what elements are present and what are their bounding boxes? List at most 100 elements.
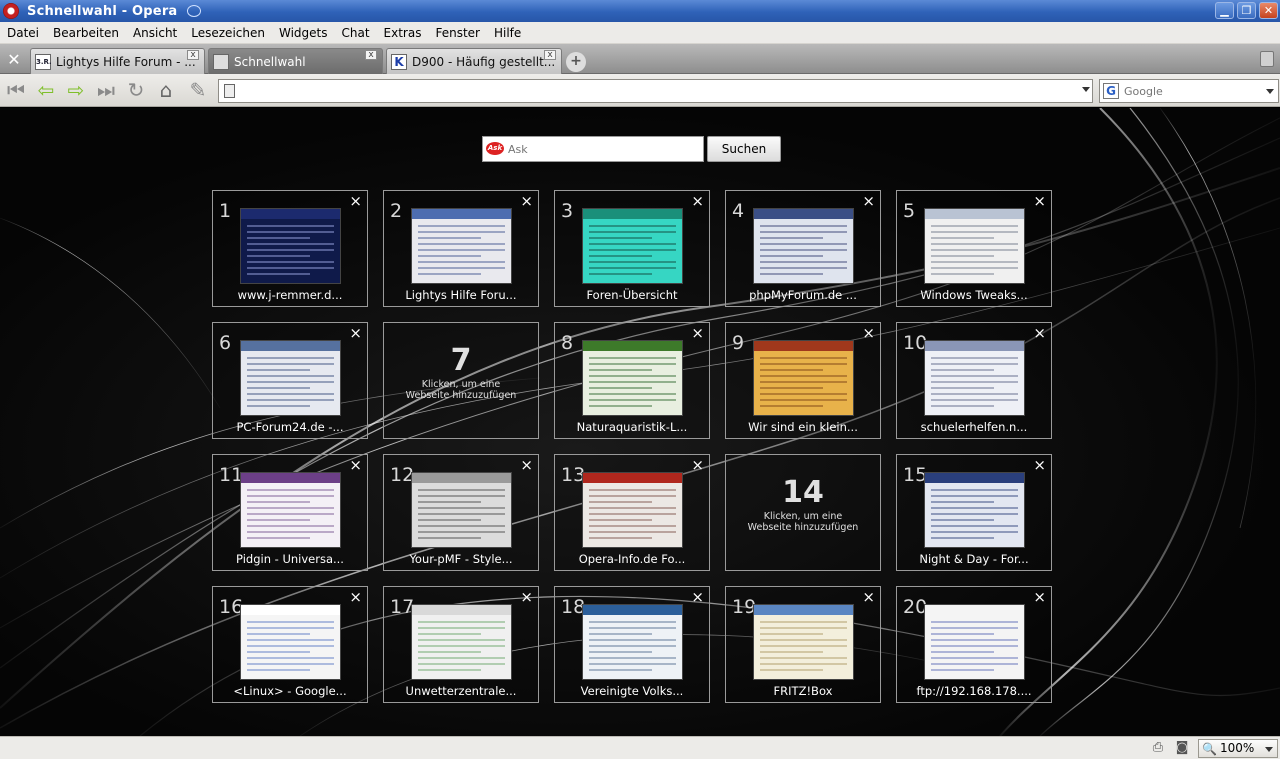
- restore-button[interactable]: ❐: [1237, 2, 1256, 19]
- back-icon[interactable]: ⇦: [34, 79, 58, 103]
- k-favicon-icon: K: [391, 53, 407, 70]
- close-dial-icon[interactable]: ×: [862, 590, 875, 605]
- close-dial-icon[interactable]: ×: [520, 194, 533, 209]
- menu-lesezeichen[interactable]: Lesezeichen: [184, 26, 272, 40]
- menu-widgets[interactable]: Widgets: [272, 26, 335, 40]
- close-dial-icon[interactable]: ×: [349, 458, 362, 473]
- thumbnail-line: [418, 243, 505, 245]
- thumbnail-header: [754, 209, 853, 219]
- zoom-dropdown-icon[interactable]: [1265, 747, 1273, 752]
- speed-dial-15[interactable]: 15 × Night & Day - For...: [896, 454, 1052, 571]
- close-dial-icon[interactable]: ×: [1033, 194, 1046, 209]
- rewind-icon[interactable]: ⏮: [4, 79, 28, 103]
- tab-close-icon[interactable]: x: [187, 50, 199, 60]
- thumbnail-line: [760, 225, 847, 227]
- opera-logo-icon[interactable]: [3, 3, 19, 19]
- speed-dial-3[interactable]: 3 × Foren-Übersicht: [554, 190, 710, 307]
- thumbnail-header: [241, 473, 340, 483]
- speed-dial-5[interactable]: 5 × Windows Tweaks...: [896, 190, 1052, 307]
- page-icon: [224, 84, 235, 98]
- speed-dial-8[interactable]: 8 × Naturaquaristik-L...: [554, 322, 710, 439]
- speed-dial-11[interactable]: 11 × Pidgin - Universa...: [212, 454, 368, 571]
- close-window-button[interactable]: ✕: [1259, 2, 1278, 19]
- search-engine-dropdown-icon[interactable]: [1266, 89, 1274, 94]
- fast-forward-icon[interactable]: ⏭: [94, 79, 118, 103]
- thumbnail-line: [589, 537, 652, 539]
- speed-dial-17[interactable]: 17 × Unwetterzentrale...: [383, 586, 539, 703]
- thumbnail-content: [925, 605, 1024, 679]
- speed-dial-13[interactable]: 13 × Opera-Info.de Fo...: [554, 454, 710, 571]
- close-dial-icon[interactable]: ×: [691, 590, 704, 605]
- tab-d900[interactable]: K D900 - Häufig gestellt... x: [386, 48, 562, 74]
- close-dial-icon[interactable]: ×: [520, 458, 533, 473]
- close-dial-icon[interactable]: ×: [1033, 326, 1046, 341]
- device-icon[interactable]: ⎙: [1150, 741, 1166, 755]
- thumbnail-content: [412, 473, 511, 547]
- menu-fenster[interactable]: Fenster: [428, 26, 487, 40]
- close-dial-icon[interactable]: ×: [349, 194, 362, 209]
- speed-dial-number: 2: [390, 200, 403, 222]
- zoom-control[interactable]: 🔍 100%: [1198, 739, 1278, 758]
- search-input[interactable]: [1124, 83, 1262, 99]
- speed-dial-9[interactable]: 9 × Wir sind ein klein...: [725, 322, 881, 439]
- thumbnail-line: [931, 357, 1018, 359]
- close-dial-icon[interactable]: ×: [1033, 590, 1046, 605]
- thumbnail-line: [418, 651, 481, 653]
- thumbnail-line: [931, 507, 1018, 509]
- new-tab-button[interactable]: +: [566, 52, 586, 72]
- close-dial-icon[interactable]: ×: [520, 590, 533, 605]
- menu-extras[interactable]: Extras: [377, 26, 429, 40]
- search-button[interactable]: Suchen: [707, 136, 781, 162]
- speed-dial-18[interactable]: 18 × Vereinigte Volks...: [554, 586, 710, 703]
- address-dropdown-icon[interactable]: [1082, 87, 1090, 92]
- close-dial-icon[interactable]: ×: [691, 194, 704, 209]
- speed-dial-1[interactable]: 1 × www.j-remmer.d...: [212, 190, 368, 307]
- close-dial-icon[interactable]: ×: [1033, 458, 1046, 473]
- menu-bearbeiten[interactable]: Bearbeiten: [46, 26, 126, 40]
- speed-dial-7[interactable]: 7 Klicken, um eine Webseite hinzuzufügen: [383, 322, 539, 439]
- speed-dial-2[interactable]: 2 × Lightys Hilfe Foru...: [383, 190, 539, 307]
- tab-close-icon[interactable]: x: [365, 50, 377, 60]
- home-icon[interactable]: ⌂: [154, 79, 178, 103]
- close-dial-icon[interactable]: ×: [691, 458, 704, 473]
- search-box[interactable]: G: [1099, 79, 1279, 103]
- trash-icon[interactable]: [1260, 51, 1274, 67]
- menu-datei[interactable]: Datei: [0, 26, 46, 40]
- speed-dial-6[interactable]: 6 × PC-Forum24.de -...: [212, 322, 368, 439]
- thumbnail-line: [931, 651, 994, 653]
- edit-icon[interactable]: ✎: [186, 79, 210, 103]
- google-icon[interactable]: G: [1103, 83, 1119, 99]
- menu-hilfe[interactable]: Hilfe: [487, 26, 528, 40]
- menu-ansicht[interactable]: Ansicht: [126, 26, 184, 40]
- reload-icon[interactable]: ↻: [124, 79, 148, 103]
- menu-chat[interactable]: Chat: [334, 26, 376, 40]
- speed-dial-14[interactable]: 14 Klicken, um eine Webseite hinzuzufügen: [725, 454, 881, 571]
- tab-close-icon[interactable]: x: [544, 50, 556, 60]
- minimize-button[interactable]: ▁: [1215, 2, 1234, 19]
- tab-schnellwahl[interactable]: Schnellwahl x: [208, 48, 383, 74]
- speed-dial-19[interactable]: 19 × FRITZ!Box: [725, 586, 881, 703]
- address-bar[interactable]: [218, 79, 1093, 103]
- speed-dial-number: 6: [219, 332, 232, 354]
- camera-icon[interactable]: ◙: [1174, 741, 1190, 755]
- thumbnail-line: [931, 225, 1018, 227]
- speed-dial-10[interactable]: 10 × schuelerhelfen.n...: [896, 322, 1052, 439]
- address-input[interactable]: [241, 82, 1061, 100]
- close-dial-icon[interactable]: ×: [349, 590, 362, 605]
- speed-dial-4[interactable]: 4 × phpMyForum.de ...: [725, 190, 881, 307]
- pin-icon[interactable]: [187, 5, 202, 17]
- forward-icon[interactable]: ⇨: [64, 79, 88, 103]
- thumbnail-line: [247, 381, 334, 383]
- ask-search-input[interactable]: [508, 141, 698, 157]
- tools-icon[interactable]: ✕: [2, 49, 26, 71]
- close-dial-icon[interactable]: ×: [691, 326, 704, 341]
- speed-dial-12[interactable]: 12 × Your-pMF - Style...: [383, 454, 539, 571]
- close-dial-icon[interactable]: ×: [349, 326, 362, 341]
- speed-dial-16[interactable]: 16 × <Linux> - Google...: [212, 586, 368, 703]
- ask-search-field[interactable]: Ask: [482, 136, 704, 162]
- close-dial-icon[interactable]: ×: [862, 194, 875, 209]
- thumbnail-line: [589, 525, 676, 527]
- close-dial-icon[interactable]: ×: [862, 326, 875, 341]
- tab-lightys-hilfe[interactable]: 3.R. Lightys Hilfe Forum - ... x: [30, 48, 205, 74]
- speed-dial-20[interactable]: 20 × ftp://192.168.178....: [896, 586, 1052, 703]
